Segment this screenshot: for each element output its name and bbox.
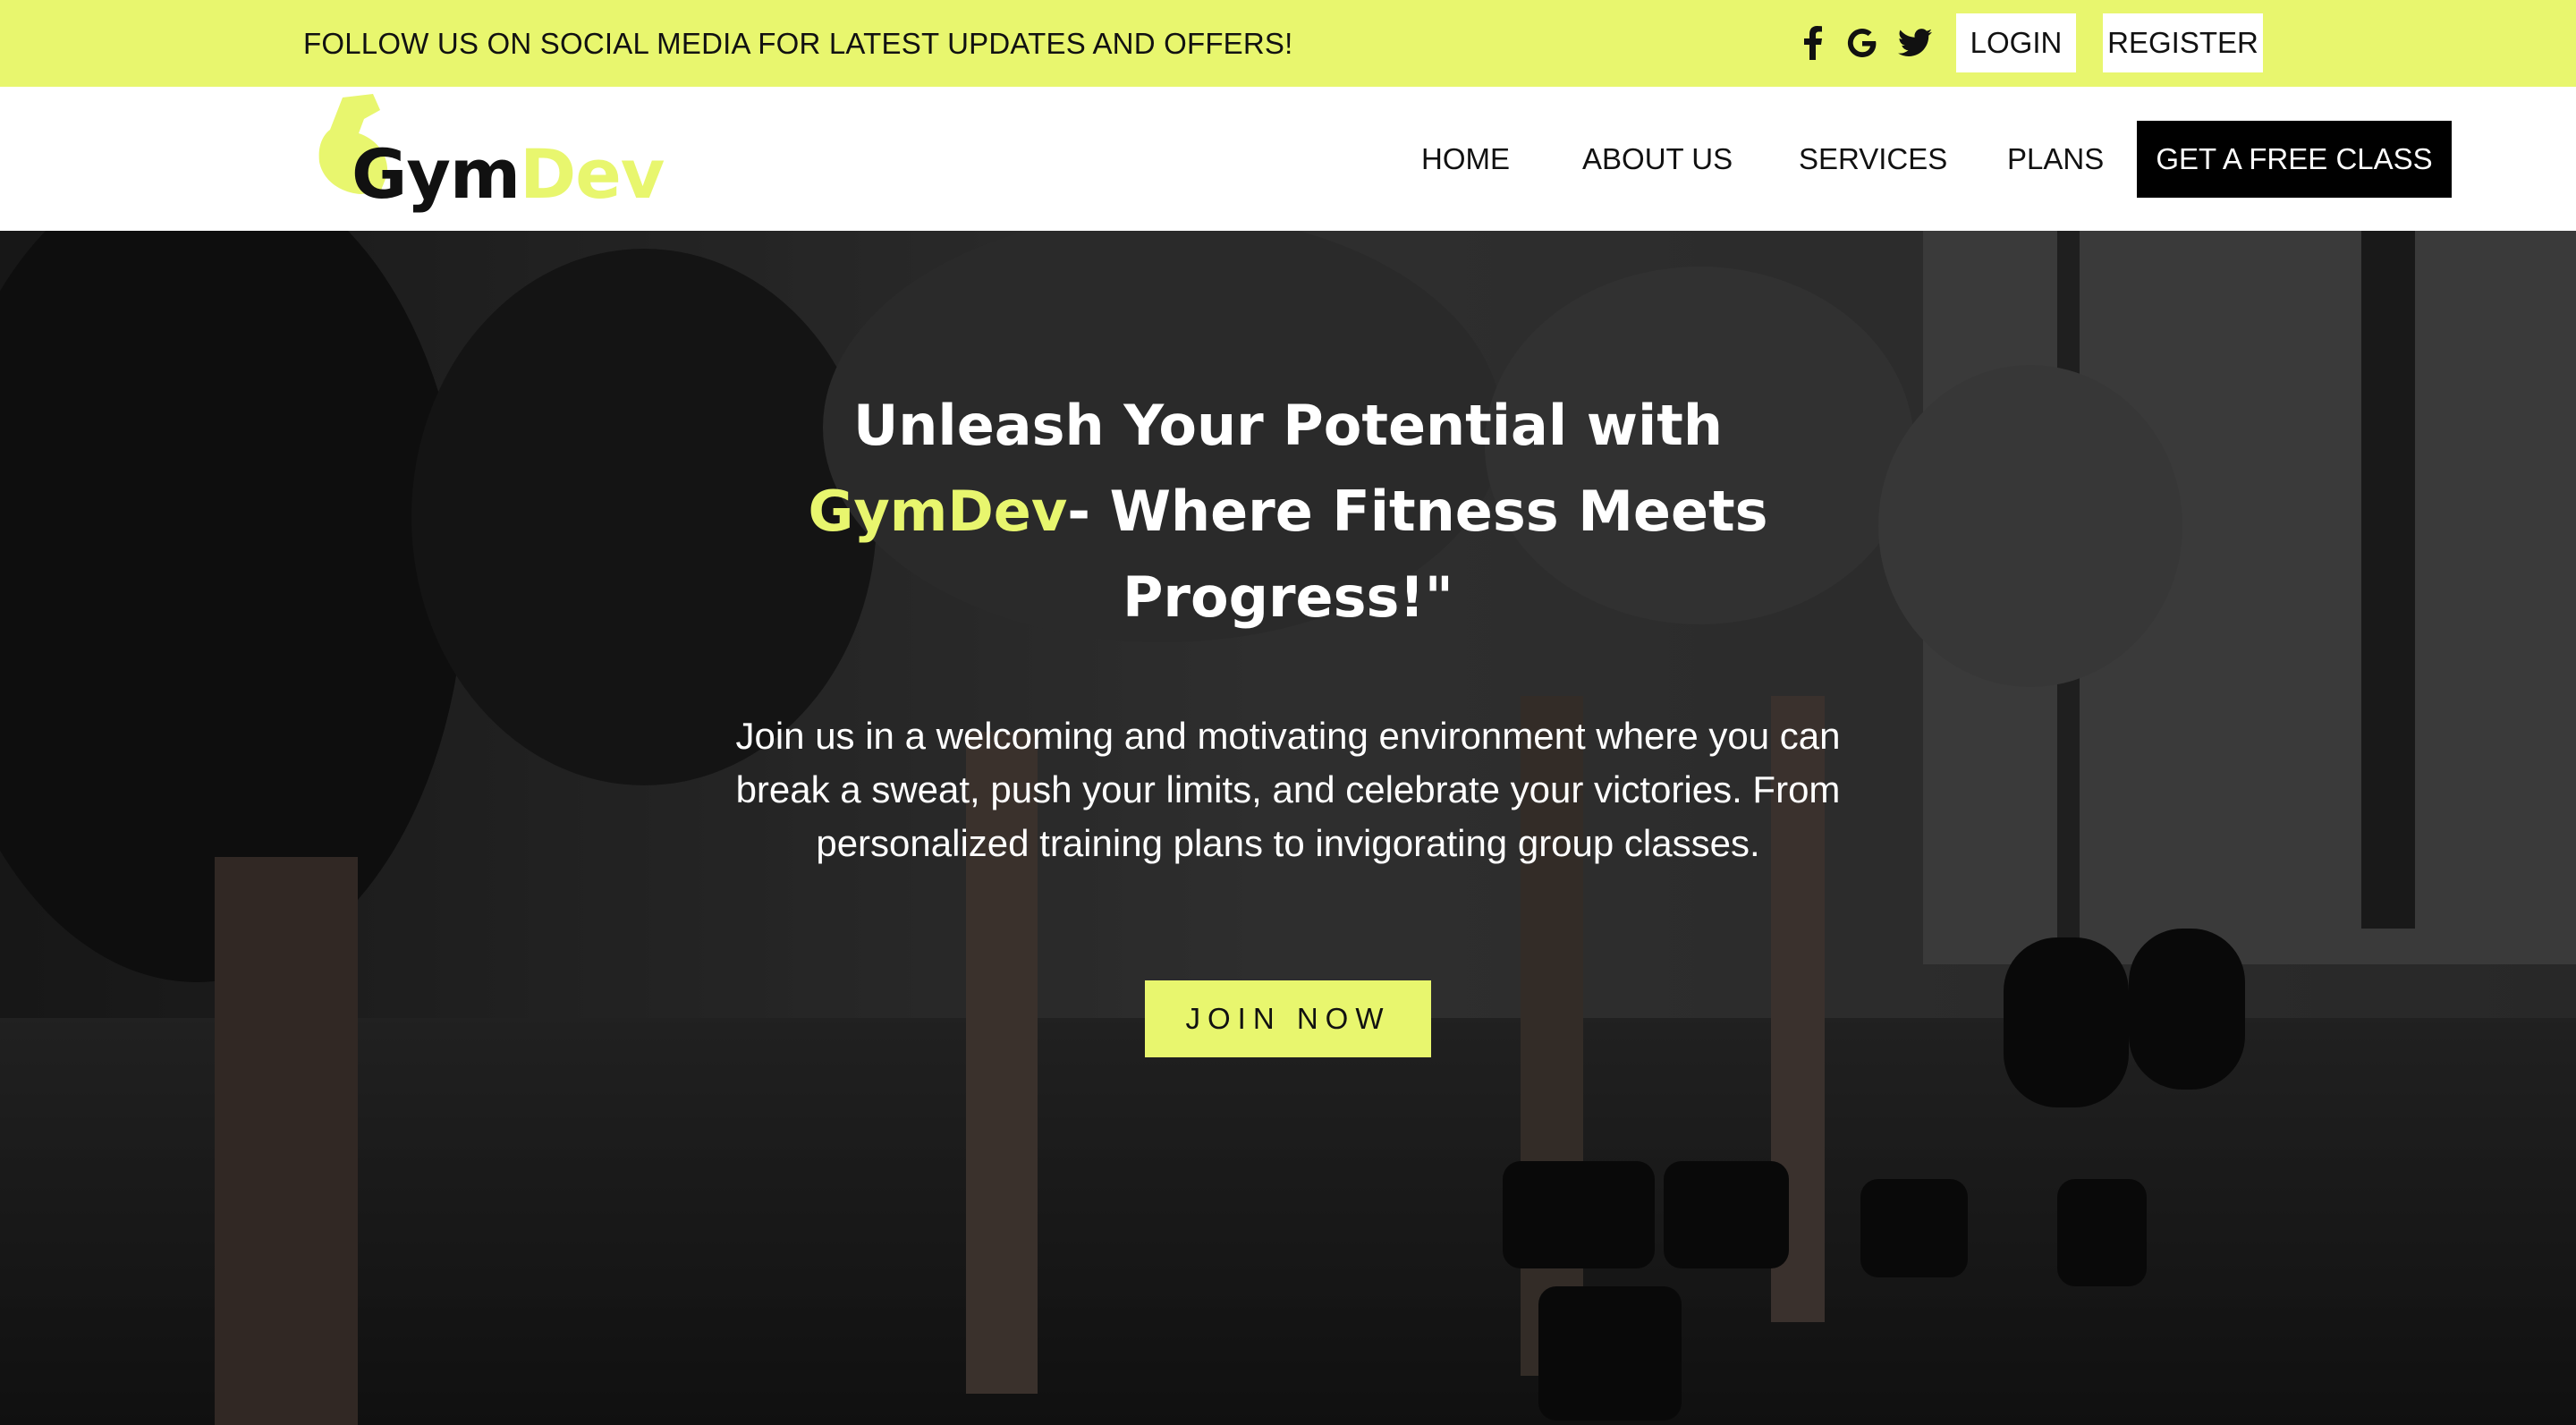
facebook-icon[interactable] bbox=[1792, 18, 1835, 68]
nav-item-services[interactable]: SERVICES bbox=[1799, 142, 1947, 176]
hero-title-rest: - Where Fitness Meets Progress!" bbox=[1067, 479, 1768, 630]
hero-title: Unleash Your Potential with GymDev- Wher… bbox=[751, 383, 1825, 640]
nav-item-home[interactable]: HOME bbox=[1421, 142, 1510, 176]
logo-text-dev: Dev bbox=[520, 134, 665, 214]
hero-title-line1: Unleash Your Potential with bbox=[852, 393, 1724, 458]
join-now-button[interactable]: JOIN NOW bbox=[1145, 980, 1431, 1057]
gymdev-logo[interactable]: GymDev bbox=[318, 94, 665, 228]
hero-title-brand: GymDev bbox=[808, 479, 1068, 544]
nav-item-plans[interactable]: PLANS bbox=[2007, 142, 2104, 176]
logo-wordmark: GymDev bbox=[352, 140, 665, 208]
nav-item-about-us[interactable]: ABOUT US bbox=[1582, 142, 1733, 176]
hero-section: Unleash Your Potential with GymDev- Wher… bbox=[0, 231, 2576, 1425]
twitter-icon[interactable] bbox=[1894, 18, 1936, 68]
announcement-bar: FOLLOW US ON SOCIAL MEDIA FOR LATEST UPD… bbox=[0, 0, 2576, 87]
logo-text-gym: Gym bbox=[352, 134, 521, 214]
google-icon[interactable] bbox=[1841, 18, 1884, 68]
announcement-text: FOLLOW US ON SOCIAL MEDIA FOR LATEST UPD… bbox=[303, 27, 1293, 60]
register-button[interactable]: REGISTER bbox=[2103, 13, 2263, 72]
get-free-class-button[interactable]: GET A FREE CLASS bbox=[2137, 121, 2452, 198]
hero-subtitle: Join us in a welcoming and motivating en… bbox=[735, 715, 1841, 864]
login-button[interactable]: LOGIN bbox=[1956, 13, 2076, 72]
main-nav: GymDev HOME ABOUT US SERVICES PLANS GET … bbox=[0, 87, 2576, 231]
